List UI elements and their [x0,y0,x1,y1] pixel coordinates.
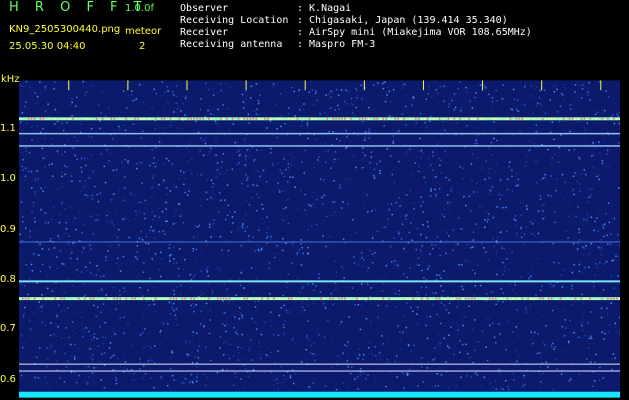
location-label: Receiving Location [180,15,289,26]
frequency-band [19,241,620,243]
filename-label: KN9_2505300440.png [9,24,121,35]
antenna-label: Receiving antenna [180,39,283,50]
frequency-band [19,280,620,283]
version-label: 1.0.0f [125,3,154,14]
power-baseline [19,391,620,398]
spectrogram [19,80,620,398]
y-tick-label: 0.6 [0,374,16,385]
mode-label: meteor [125,26,162,37]
header-panel: H R O F F T 1.0.0f KN9_2505300440.png me… [0,0,629,78]
timestamp-label: 25.05.30 04:40 [9,41,86,52]
frequency-band [19,370,620,372]
y-tick-label: 0.9 [0,224,16,235]
frequency-band [19,363,620,365]
frequency-band [19,132,620,135]
antenna-value: : Maspro FM-3 [297,39,376,50]
y-tick-label: 0.7 [0,323,16,334]
location-value: : Chigasaki, Japan (139.414 35.340) [297,15,508,26]
y-axis-unit: kHz [1,74,20,85]
receiver-label: Receiver [180,27,229,38]
detection-count: 2 [139,41,146,52]
spectrogram-background [19,80,620,398]
y-tick-label: 0.8 [0,274,16,285]
y-tick-label: 1.1 [0,123,16,134]
receiver-value: : AirSpy mini (Miakejima VOR 108.65MHz) [297,27,532,38]
observer-label: Observer [180,3,229,14]
frequency-band [19,145,620,147]
observer-value: : K.Nagai [297,3,352,14]
y-tick-label: 1.0 [0,173,16,184]
